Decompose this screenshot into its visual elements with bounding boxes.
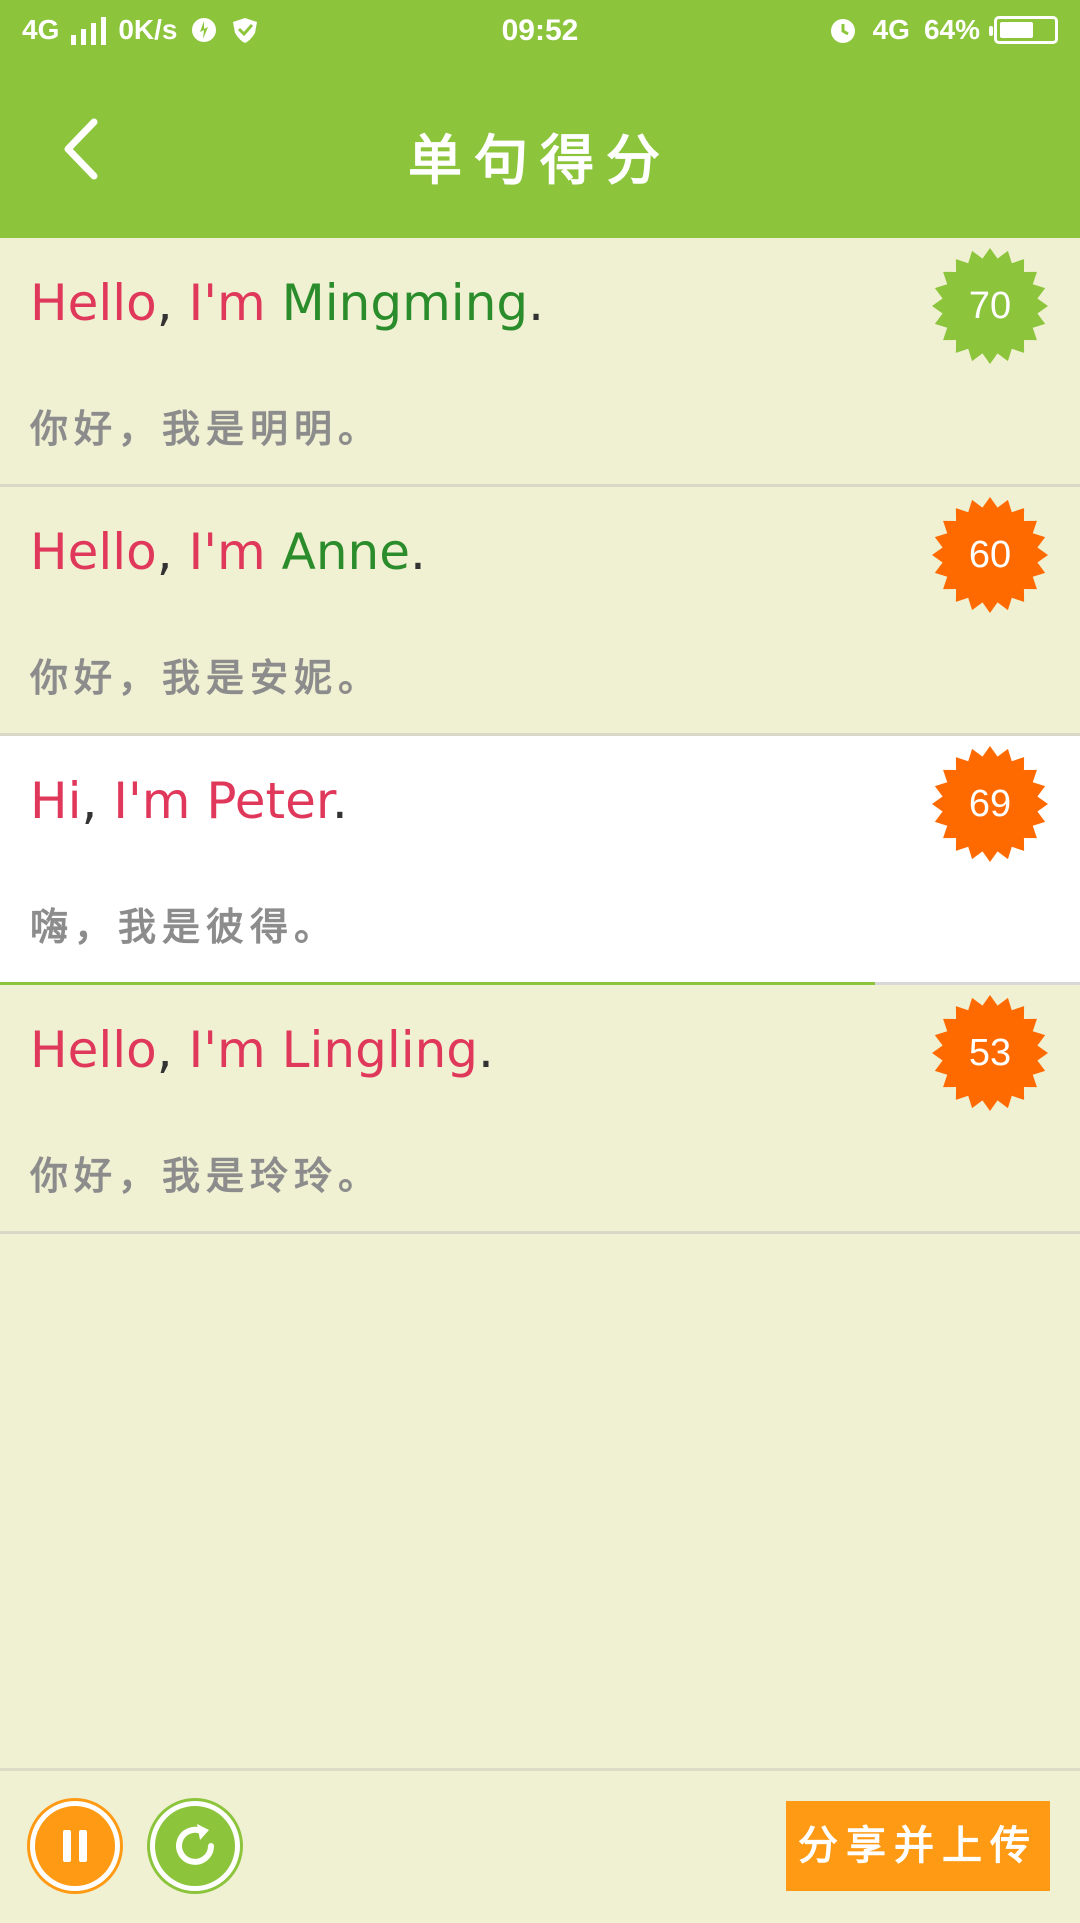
sentence-word: Hello (30, 274, 157, 332)
sentence-english: Hi, I'm Peter. (30, 772, 348, 830)
status-bar: 4G 0K/s 09:52 4G 64% (0, 0, 1080, 66)
sentence-word: Peter (206, 772, 332, 830)
battery-icon (989, 16, 1058, 44)
sentence-word: . (478, 1021, 494, 1079)
replay-button[interactable] (150, 1801, 240, 1891)
sentence-word (191, 772, 207, 830)
sentence-translation: 你好，我是安妮。 (30, 655, 383, 700)
score-value: 60 (968, 534, 1012, 576)
share-upload-button[interactable]: 分享并上传 (786, 1801, 1050, 1891)
sentence-word: , (81, 772, 114, 830)
sentence-row[interactable]: Hello, I'm Mingming. 你好，我是明明。 70 (0, 238, 1080, 487)
sentence-word: Hello (30, 523, 157, 581)
score-value: 70 (968, 285, 1012, 327)
sentence-translation: 你好，我是明明。 (30, 406, 383, 451)
sentence-word: Hello (30, 1021, 157, 1079)
sentence-english: Hello, I'm Mingming. (30, 274, 544, 332)
sentence-word: I'm (188, 523, 266, 581)
sentence-word: Lingling (281, 1021, 479, 1079)
alarm-icon (830, 19, 855, 43)
sentence-word: . (410, 523, 426, 581)
status-right: 4G 64% (827, 14, 1058, 46)
sentence-word (266, 523, 282, 581)
sentence-word: Hi (30, 772, 82, 830)
sentence-word: Mingming (281, 274, 529, 332)
sentence-word: , (156, 274, 189, 332)
replay-icon (176, 1824, 214, 1865)
title-bar: 单句得分 (0, 66, 1080, 238)
sentence-word: I'm (188, 1021, 266, 1079)
battery-percent: 64% (923, 14, 980, 45)
bottom-bar: 分享并上传 (0, 1768, 1080, 1923)
sentence-word: . (331, 772, 348, 830)
sentence-word: I'm (113, 772, 191, 830)
score-badge: 70 (930, 246, 1050, 366)
sentence-word: , (156, 1021, 189, 1079)
sentence-list: Hello, I'm Mingming. 你好，我是明明。 70 Hello, I'm… (0, 238, 1080, 1234)
pause-button[interactable] (30, 1801, 120, 1891)
sentence-row[interactable]: Hi, I'm Peter. 嗨，我是彼得。 69 (0, 736, 1080, 985)
score-badge: 53 (930, 993, 1050, 1113)
sentence-row[interactable]: Hello, I'm Lingling. 你好，我是玲玲。 53 (0, 985, 1080, 1234)
score-value: 69 (968, 783, 1012, 825)
score-badge: 69 (930, 744, 1050, 864)
sentence-word (266, 274, 282, 332)
sentence-word: Anne (281, 523, 410, 581)
sentence-word: . (528, 274, 545, 332)
sentence-row[interactable]: Hello, I'm Anne. 你好，我是安妮。 60 (0, 487, 1080, 736)
pause-icon (63, 1830, 87, 1862)
sentence-translation: 嗨，我是彼得。 (30, 904, 339, 949)
score-badge: 60 (930, 495, 1050, 615)
sentence-english: Hello, I'm Anne. (30, 523, 426, 581)
sentence-word (266, 1021, 282, 1079)
sentence-english: Hello, I'm Lingling. (30, 1021, 494, 1079)
sentence-word: , (156, 523, 189, 581)
sentence-translation: 你好，我是玲玲。 (30, 1153, 383, 1198)
score-value: 53 (968, 1032, 1012, 1074)
page-title: 单句得分 (408, 128, 672, 192)
network-right-label: 4G (872, 14, 910, 45)
sentence-word: I'm (188, 274, 266, 332)
